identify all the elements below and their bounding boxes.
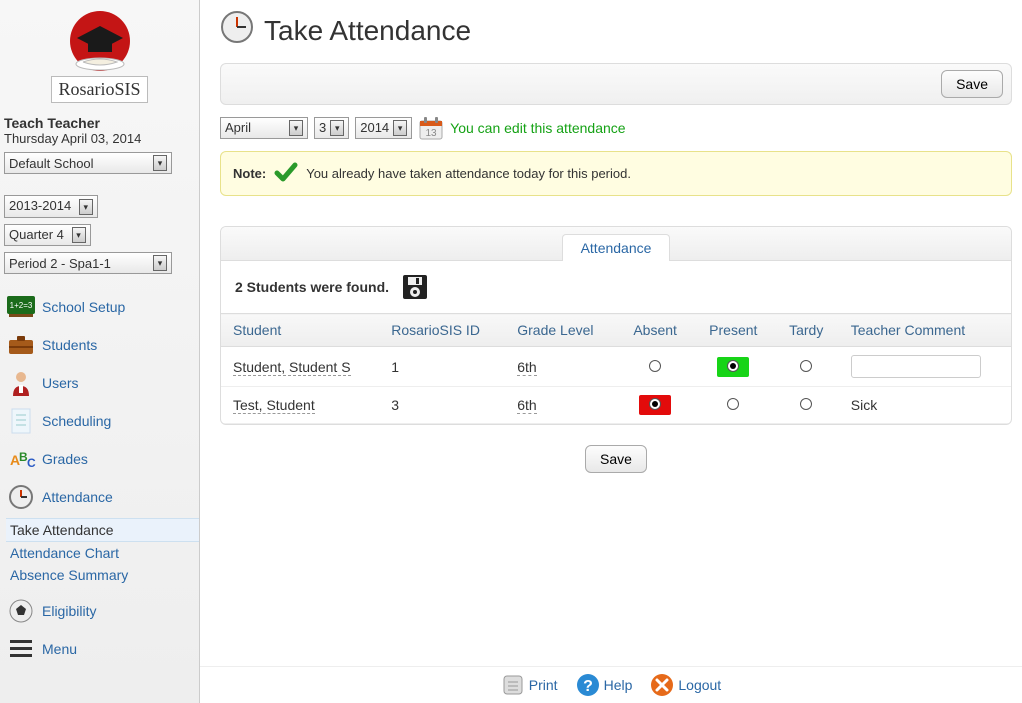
found-text: 2 Students were found.: [235, 279, 389, 295]
print-icon: [501, 673, 525, 697]
nav-attendance[interactable]: Attendance: [4, 478, 195, 516]
col-student[interactable]: Student: [221, 314, 379, 347]
chevron-down-icon: ▾: [289, 120, 303, 136]
nav-grades[interactable]: ABC Grades: [4, 440, 195, 478]
absent-radio[interactable]: [649, 398, 661, 410]
user-name: Teach Teacher: [4, 115, 195, 131]
user-date: Thursday April 03, 2014: [4, 131, 195, 146]
page-title: Take Attendance: [220, 10, 1012, 51]
year-date-select[interactable]: 2014▾: [355, 117, 412, 139]
col-grade[interactable]: Grade Level: [505, 314, 617, 347]
nav-take-attendance[interactable]: Take Attendance: [6, 518, 199, 542]
nav-attendance-chart[interactable]: Attendance Chart: [6, 542, 195, 564]
student-name[interactable]: Test, Student: [233, 397, 315, 414]
month-select[interactable]: April▾: [220, 117, 308, 139]
check-icon: [274, 162, 298, 185]
student-grade: 6th: [517, 397, 536, 414]
footer: Print ? Help Logout: [200, 666, 1022, 703]
person-icon: [6, 368, 36, 398]
comment-input[interactable]: [851, 355, 981, 378]
col-tardy[interactable]: Tardy: [774, 314, 839, 347]
help-icon: ?: [576, 673, 600, 697]
chevron-down-icon: ▾: [79, 199, 93, 215]
svg-text:?: ?: [583, 678, 593, 695]
chalkboard-icon: 1+2=3: [6, 292, 36, 322]
svg-text:13: 13: [426, 128, 438, 139]
note-box: Note: You already have taken attendance …: [220, 151, 1012, 196]
table-row: Student, Student S 1 6th: [221, 347, 1011, 387]
nav-students[interactable]: Students: [4, 326, 195, 364]
footer-logout[interactable]: Logout: [650, 673, 721, 697]
chevron-down-icon: ▾: [153, 255, 167, 271]
student-name[interactable]: Student, Student S: [233, 359, 351, 376]
clock-icon: [220, 10, 254, 51]
chevron-down-icon: ▾: [153, 155, 167, 171]
soccer-icon: [6, 596, 36, 626]
main: Take Attendance Save April▾ 3▾ 2014▾ 13 …: [200, 0, 1022, 703]
sidebar: RosarioSIS Teach Teacher Thursday April …: [0, 0, 200, 703]
note-label: Note:: [233, 166, 266, 181]
attendance-table: Student RosarioSIS ID Grade Level Absent…: [221, 313, 1011, 424]
svg-text:1+2=3: 1+2=3: [10, 301, 33, 310]
year-select[interactable]: 2013-2014 ▾: [4, 195, 98, 218]
day-select[interactable]: 3▾: [314, 117, 349, 139]
svg-text:C: C: [27, 456, 36, 470]
nav-attendance-sub: Take Attendance Attendance Chart Absence…: [6, 518, 195, 586]
logout-icon: [650, 673, 674, 697]
tardy-radio[interactable]: [800, 398, 812, 410]
nav: 1+2=3 School Setup Students Users: [4, 288, 195, 668]
period-select[interactable]: Period 2 - Spa1-1 ▾: [4, 252, 172, 274]
document-icon: [6, 406, 36, 436]
panel-tabs: Attendance: [221, 227, 1011, 261]
note-text: You already have taken attendance today …: [306, 166, 631, 181]
nav-scheduling[interactable]: Scheduling: [4, 402, 195, 440]
logo-icon: [55, 8, 145, 78]
col-id[interactable]: RosarioSIS ID: [379, 314, 505, 347]
student-id: 1: [379, 347, 505, 387]
chevron-down-icon: ▾: [72, 227, 86, 243]
found-row: 2 Students were found.: [221, 261, 1011, 313]
col-absent[interactable]: Absent: [617, 314, 693, 347]
table-row: Test, Student 3 6th Sick: [221, 387, 1011, 424]
attendance-panel: Attendance 2 Students were found. Studen…: [220, 226, 1012, 425]
col-comment[interactable]: Teacher Comment: [839, 314, 1011, 347]
menu-icon: [6, 634, 36, 664]
student-grade: 6th: [517, 359, 536, 376]
tardy-radio[interactable]: [800, 360, 812, 372]
chevron-down-icon: ▾: [330, 120, 344, 136]
calendar-icon[interactable]: 13: [418, 115, 444, 141]
quarter-select[interactable]: Quarter 4 ▾: [4, 224, 91, 247]
footer-help[interactable]: ? Help: [576, 673, 633, 697]
save-row: Save: [220, 425, 1012, 493]
present-radio[interactable]: [727, 398, 739, 410]
nav-school-setup[interactable]: 1+2=3 School Setup: [4, 288, 195, 326]
chevron-down-icon: ▾: [393, 120, 407, 136]
logo-text: RosarioSIS: [51, 76, 147, 103]
student-id: 3: [379, 387, 505, 424]
col-present[interactable]: Present: [693, 314, 774, 347]
logo: RosarioSIS: [4, 4, 195, 109]
tab-attendance[interactable]: Attendance: [562, 234, 671, 261]
comment-text: Sick: [839, 387, 1011, 424]
toolbar: Save: [220, 63, 1012, 105]
nav-eligibility[interactable]: Eligibility: [4, 592, 195, 630]
nav-users[interactable]: Users: [4, 364, 195, 402]
save-icon[interactable]: [401, 273, 429, 301]
nav-menu[interactable]: Menu: [4, 630, 195, 668]
date-row: April▾ 3▾ 2014▾ 13 You can edit this att…: [220, 115, 1012, 141]
footer-print[interactable]: Print: [501, 673, 558, 697]
briefcase-icon: [6, 330, 36, 360]
nav-absence-summary[interactable]: Absence Summary: [6, 564, 195, 586]
abc-icon: ABC: [6, 444, 36, 474]
save-button-bottom[interactable]: Save: [585, 445, 647, 473]
absent-radio[interactable]: [649, 360, 661, 372]
save-button-top[interactable]: Save: [941, 70, 1003, 98]
clock-icon: [6, 482, 36, 512]
present-radio[interactable]: [727, 360, 739, 372]
school-select[interactable]: Default School ▾: [4, 152, 172, 174]
edit-attendance-text: You can edit this attendance: [450, 120, 625, 136]
